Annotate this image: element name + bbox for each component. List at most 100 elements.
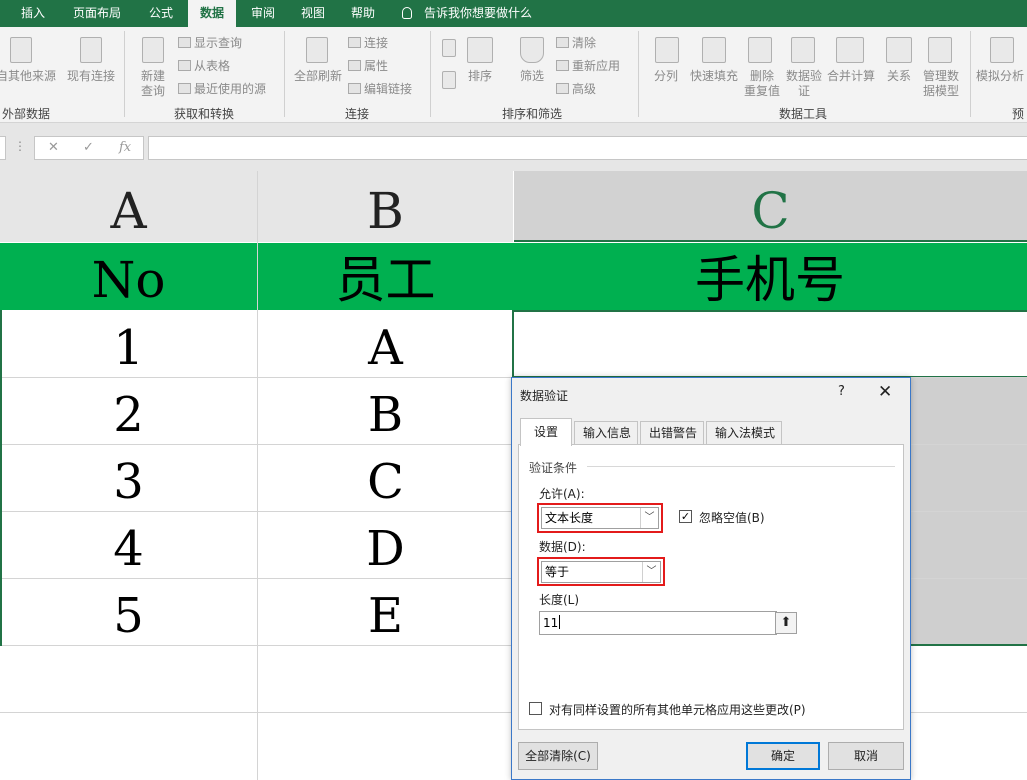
chevron-down-icon: ﹀ <box>642 562 660 582</box>
confirm-entry-icon[interactable]: ✓ <box>83 140 94 155</box>
edit-links-icon <box>348 83 361 94</box>
advanced-label: 高级 <box>572 82 597 96</box>
manage-data-model-button[interactable]: 管理数 据模型 <box>918 69 964 99</box>
tab-insert[interactable]: 插入 <box>10 0 56 27</box>
tab-formulas[interactable]: 公式 <box>138 0 184 27</box>
sort-button[interactable]: 排序 <box>462 69 498 84</box>
cell-employee-4[interactable]: D <box>258 512 513 578</box>
cancel-entry-icon[interactable]: ✕ <box>48 140 59 155</box>
advanced-filter-icon <box>556 83 569 94</box>
new-query-label-1: 新建 <box>140 69 165 83</box>
remove-duplicates-label-1: 删除 <box>749 69 774 83</box>
manage-data-model-label-1: 管理数 <box>922 69 959 83</box>
other-sources-icon <box>10 37 32 63</box>
cell-no-2[interactable]: 2 <box>0 378 257 444</box>
chevron-down-icon: ﹀ <box>640 508 658 528</box>
tab-help[interactable]: 帮助 <box>340 0 386 27</box>
group-sort-filter: 排序和筛选 <box>501 107 562 121</box>
column-header-b[interactable]: B <box>258 171 513 242</box>
edit-links-button[interactable]: 编辑链接 <box>348 82 412 96</box>
flash-fill-button[interactable]: 快速填充 <box>688 69 740 84</box>
connections-button[interactable]: 连接 <box>348 36 388 50</box>
tab-ime-mode[interactable]: 输入法模式 <box>706 421 782 445</box>
close-icon[interactable]: ✕ <box>878 382 892 402</box>
text-to-columns-button[interactable]: 分列 <box>646 69 686 84</box>
header-cell-employee[interactable]: 员工 <box>258 243 513 310</box>
what-if-analysis-icon <box>990 37 1014 63</box>
consolidate-icon <box>836 37 864 63</box>
tab-view[interactable]: 视图 <box>290 0 336 27</box>
from-table-button[interactable]: 从表格 <box>178 59 230 73</box>
tab-data[interactable]: 数据 <box>188 0 236 27</box>
tab-settings[interactable]: 设置 <box>520 418 572 446</box>
remove-duplicates-button[interactable]: 删除 重复值 <box>740 69 784 99</box>
clear-button[interactable]: 清除 <box>556 36 596 50</box>
properties-button[interactable]: 属性 <box>348 59 388 73</box>
tab-input-message[interactable]: 输入信息 <box>574 421 638 445</box>
existing-connections-button[interactable]: 现有连接 <box>62 69 120 84</box>
validation-criteria-label: 验证条件 <box>529 461 578 475</box>
from-table-label: 从表格 <box>194 59 231 73</box>
text-to-columns-icon <box>655 37 679 63</box>
ribbon-separator <box>970 31 971 117</box>
name-box[interactable] <box>0 136 6 160</box>
cell-employee-1[interactable]: A <box>258 311 513 377</box>
ok-button[interactable]: 确定 <box>746 742 820 770</box>
what-if-analysis-button[interactable]: 模拟分析 <box>976 69 1027 84</box>
filter-button[interactable]: 筛选 <box>514 69 550 84</box>
reapply-icon <box>556 60 569 71</box>
allow-select[interactable]: 文本长度 ﹀ <box>541 507 659 529</box>
help-icon[interactable]: ? <box>838 384 845 399</box>
apply-all-checkbox[interactable] <box>529 702 542 715</box>
cancel-button[interactable]: 取消 <box>828 742 904 770</box>
allow-select-value: 文本长度 <box>545 511 594 525</box>
ignore-blank-label: 忽略空值(B) <box>699 511 765 525</box>
advanced-button[interactable]: 高级 <box>556 82 596 96</box>
length-input[interactable]: 11 <box>539 611 777 635</box>
cell-no-3[interactable]: 3 <box>0 445 257 511</box>
cell-employee-5[interactable]: E <box>258 579 513 645</box>
refresh-all-button[interactable]: 全部刷新 <box>290 69 346 84</box>
column-header-c[interactable]: C <box>514 171 1027 242</box>
cell-no-5[interactable]: 5 <box>0 579 257 645</box>
recent-sources-button[interactable]: 最近使用的源 <box>178 82 266 96</box>
data-validation-label-2: 证 <box>797 84 810 98</box>
group-forecast: 预 <box>1012 107 1025 121</box>
manage-data-model-label-2: 据模型 <box>922 84 959 98</box>
section-divider <box>587 466 895 467</box>
ribbon-separator <box>638 31 639 117</box>
tab-error-alert[interactable]: 出错警告 <box>640 421 704 445</box>
flash-fill-icon <box>702 37 726 63</box>
ribbon-tab-bar: 插入 页面布局 公式 数据 审阅 视图 帮助 告诉我你想要做什么 <box>0 0 1027 27</box>
relationships-icon <box>886 37 912 63</box>
data-select[interactable]: 等于 ﹀ <box>541 561 661 583</box>
range-picker-icon[interactable]: ⬆ <box>775 612 797 634</box>
consolidate-button[interactable]: 合并计算 <box>826 69 876 84</box>
show-queries-icon <box>178 37 191 48</box>
group-data-tools: 数据工具 <box>778 107 827 121</box>
new-query-button[interactable]: 新建 查询 <box>130 69 176 99</box>
tell-me-box[interactable]: 告诉我你想要做什么 <box>402 0 532 27</box>
ignore-blank-checkbox[interactable]: ✓ <box>679 510 692 523</box>
reapply-button[interactable]: 重新应用 <box>556 59 620 73</box>
formula-input[interactable] <box>148 136 1027 160</box>
data-validation-button[interactable]: 数据验 证 <box>784 69 824 99</box>
cell-employee-3[interactable]: C <box>258 445 513 511</box>
sort-icon <box>467 37 493 63</box>
header-cell-phone[interactable]: 手机号 <box>513 243 1027 310</box>
more-options-icon[interactable]: ⋮ <box>14 139 26 153</box>
cell-no-1[interactable]: 1 <box>0 311 257 377</box>
relationships-button[interactable]: 关系 <box>880 69 918 84</box>
cell-no-4[interactable]: 4 <box>0 512 257 578</box>
other-sources-button[interactable]: 自其他来源 <box>0 69 56 84</box>
length-label: 长度(L) <box>539 593 580 607</box>
header-cell-no[interactable]: No <box>0 243 257 310</box>
tab-page-layout[interactable]: 页面布局 <box>62 0 132 27</box>
insert-function-icon[interactable]: fx <box>119 140 131 155</box>
clear-all-button[interactable]: 全部清除(C) <box>518 742 598 770</box>
cell-employee-2[interactable]: B <box>258 378 513 444</box>
column-header-a[interactable]: A <box>0 171 257 242</box>
length-input-value: 11 <box>543 616 559 630</box>
tab-review[interactable]: 审阅 <box>240 0 286 27</box>
show-queries-button[interactable]: 显示查询 <box>178 36 242 50</box>
